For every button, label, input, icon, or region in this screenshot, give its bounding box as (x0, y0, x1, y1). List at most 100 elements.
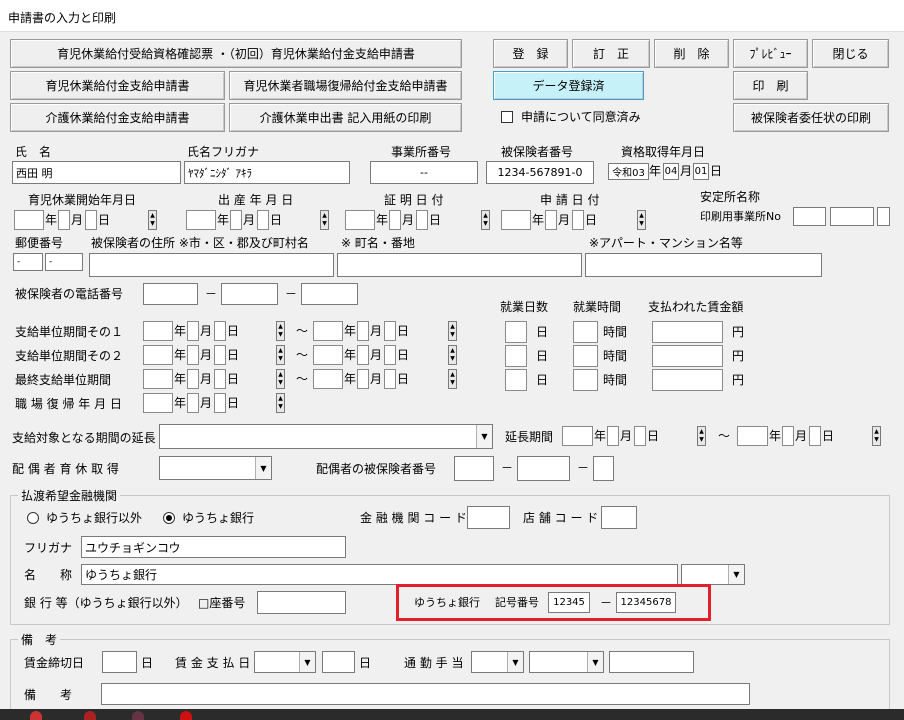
correct-button[interactable]: 訂 正 (572, 39, 650, 68)
phone-input-3[interactable] (301, 283, 358, 305)
spin-down-icon[interactable]: ▼ (278, 355, 283, 363)
period3-to-day-input[interactable] (384, 369, 396, 389)
number-input[interactable]: 12345678 (616, 592, 676, 613)
commute-select-2[interactable]: ▼ (529, 651, 604, 673)
ext-to-day-input[interactable] (809, 426, 821, 446)
cert-month-input[interactable] (389, 210, 401, 230)
print-office-input-2[interactable] (830, 207, 874, 226)
period1-from-month-input[interactable] (187, 321, 199, 341)
yucho-radio[interactable] (163, 512, 175, 524)
print-office-input-1[interactable] (793, 207, 826, 226)
proxy-print-button[interactable]: 被保険者委任状の印刷 (733, 103, 889, 132)
ext-from-month-input[interactable] (607, 426, 619, 446)
spin-down-icon[interactable]: ▼ (278, 379, 283, 387)
spin-down-icon[interactable]: ▼ (483, 220, 488, 228)
work-days-input[interactable] (505, 345, 527, 367)
period2-to-day-input[interactable] (384, 345, 396, 365)
account-number-input[interactable] (257, 591, 346, 614)
spin-down-icon[interactable]: ▼ (322, 220, 327, 228)
data-registered-button[interactable]: データ登録済 (493, 71, 644, 100)
spin-up-icon[interactable]: ▲ (278, 323, 283, 331)
phone-input-1[interactable] (143, 283, 198, 305)
ext-to-year-input[interactable] (737, 426, 768, 446)
work-days-input[interactable] (505, 321, 527, 343)
spinner[interactable]: ▲ ▼ (872, 426, 881, 446)
care-leave-form-print-button[interactable]: 介護休業申出書 記入用紙の印刷 (229, 103, 462, 132)
spin-up-icon[interactable]: ▲ (450, 323, 455, 331)
register-button[interactable]: 登 録 (493, 39, 568, 68)
spouse-number-input-2[interactable] (517, 456, 570, 481)
care-benefit-button[interactable]: 介護休業給付金支給申請書 (10, 103, 225, 132)
period2-from-year-input[interactable] (143, 345, 173, 365)
birth-year-input[interactable] (186, 210, 216, 230)
kana-input[interactable]: ﾔﾏﾀﾞﾆｼﾀﾞ ｱｷﾗ (184, 161, 350, 184)
spouse-number-input-1[interactable] (454, 456, 494, 481)
work-days-input[interactable] (505, 369, 527, 391)
bank-other-radio[interactable] (27, 512, 39, 524)
bank-code-input[interactable] (467, 506, 510, 529)
childcare-start-year-input[interactable] (14, 210, 44, 230)
address2-input[interactable] (337, 253, 582, 277)
address1-input[interactable] (89, 253, 334, 277)
spin-up-icon[interactable]: ▲ (874, 428, 879, 436)
payday-select[interactable]: ▼ (254, 651, 316, 673)
work-hours-input[interactable] (573, 345, 598, 367)
cert-day-input[interactable] (416, 210, 428, 230)
remarks-input[interactable] (101, 683, 750, 705)
spinner[interactable]: ▲ ▼ (148, 210, 157, 230)
ext-from-year-input[interactable] (562, 426, 593, 446)
office-number-input[interactable]: -- (370, 161, 478, 184)
period3-from-month-input[interactable] (187, 369, 199, 389)
spin-down-icon[interactable]: ▼ (450, 355, 455, 363)
period1-to-day-input[interactable] (384, 321, 396, 341)
taskbar-app-icon[interactable] (30, 711, 42, 720)
period1-from-day-input[interactable] (214, 321, 226, 341)
spin-up-icon[interactable]: ▲ (699, 428, 704, 436)
branch-code-input[interactable] (601, 506, 637, 529)
commute-select-1[interactable]: ▼ (471, 651, 524, 673)
spinner[interactable]: ▲ ▼ (637, 210, 646, 230)
print-office-input-3[interactable] (877, 207, 890, 226)
postal-input-1[interactable]: - (13, 253, 43, 271)
print-button[interactable]: 印 刷 (733, 71, 808, 100)
wages-input[interactable] (652, 321, 723, 343)
spin-down-icon[interactable]: ▼ (874, 436, 879, 444)
bank-name-input[interactable]: ゆうちょ銀行 (81, 564, 678, 585)
spinner[interactable]: ▲ ▼ (276, 369, 285, 389)
apply-year-input[interactable] (501, 210, 531, 230)
period4-from-day-input[interactable] (214, 393, 226, 413)
period4-from-month-input[interactable] (187, 393, 199, 413)
period2-to-month-input[interactable] (357, 345, 369, 365)
spinner[interactable]: ▲ ▼ (448, 369, 457, 389)
postal-input-2[interactable]: - (45, 253, 83, 271)
period3-from-year-input[interactable] (143, 369, 173, 389)
qualify-month-input[interactable]: 04 (663, 163, 679, 180)
spinner[interactable]: ▲ ▼ (320, 210, 329, 230)
period2-from-day-input[interactable] (214, 345, 226, 365)
work-hours-input[interactable] (573, 321, 598, 343)
consent-checkbox[interactable] (501, 111, 513, 123)
spin-down-icon[interactable]: ▼ (450, 331, 455, 339)
qualify-day-input[interactable]: 01 (693, 163, 709, 180)
closing-day-input[interactable] (102, 651, 137, 673)
return-to-work-button[interactable]: 育児休業者職場復帰給付金支給申請書 (229, 71, 462, 100)
spinner[interactable]: ▲ ▼ (448, 345, 457, 365)
period1-to-month-input[interactable] (357, 321, 369, 341)
spinner[interactable]: ▲ ▼ (481, 210, 490, 230)
extension-select[interactable]: ▼ (159, 424, 493, 449)
period3-from-day-input[interactable] (214, 369, 226, 389)
spin-up-icon[interactable]: ▲ (278, 371, 283, 379)
spin-down-icon[interactable]: ▼ (639, 220, 644, 228)
childcare-qualification-button[interactable]: 育児休業給付受給資格確認票 ・（初回）育児休業給付金支給申請書 (10, 39, 462, 68)
bank-kana-input[interactable]: ユウチョギンコウ (81, 536, 346, 558)
preview-button[interactable]: ﾌﾟﾚﾋﾞｭｰ (733, 39, 808, 68)
spin-down-icon[interactable]: ▼ (150, 220, 155, 228)
taskbar-app-icon[interactable] (180, 711, 192, 720)
close-button[interactable]: 閉じる (812, 39, 889, 68)
birth-month-input[interactable] (230, 210, 242, 230)
taskbar-app-icon[interactable] (84, 711, 96, 720)
apply-day-input[interactable] (572, 210, 584, 230)
ext-from-day-input[interactable] (634, 426, 646, 446)
spin-up-icon[interactable]: ▲ (278, 347, 283, 355)
period2-from-month-input[interactable] (187, 345, 199, 365)
